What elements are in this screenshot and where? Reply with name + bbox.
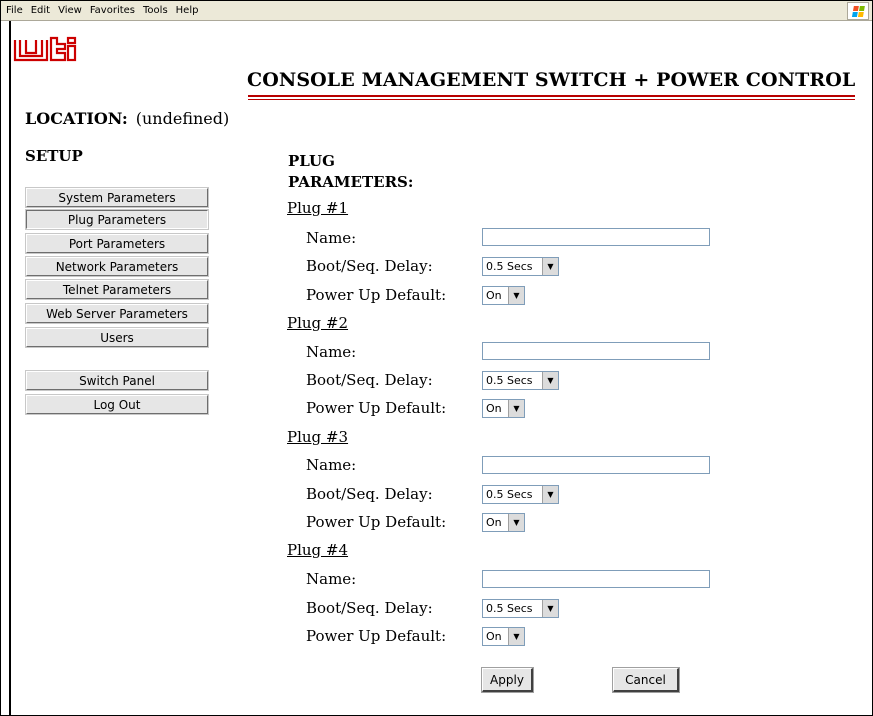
- chevron-down-icon[interactable]: ▼: [508, 628, 524, 645]
- plug-4-delay-select[interactable]: 0.5 Secs ▼: [482, 599, 559, 618]
- plug-1-power-label: Power Up Default:: [306, 286, 447, 304]
- plug-4-title: Plug #4: [287, 541, 349, 559]
- plug-1-delay-label: Boot/Seq. Delay:: [306, 257, 433, 275]
- plug-1-delay-select[interactable]: 0.5 Secs ▼: [482, 257, 559, 276]
- plug-4-name-input[interactable]: [482, 570, 710, 588]
- plug-4-delay-value: 0.5 Secs: [486, 602, 533, 615]
- plug-parameters-heading: PLUG PARAMETERS:: [288, 151, 413, 193]
- plug-1-power-select[interactable]: On ▼: [482, 286, 525, 305]
- menu-edit[interactable]: Edit: [27, 5, 54, 16]
- nav-network-parameters[interactable]: Network Parameters: [26, 257, 208, 276]
- plug-4-power-select[interactable]: On ▼: [482, 627, 525, 646]
- plug-4-power-label: Power Up Default:: [306, 627, 447, 645]
- plug-3-name-label: Name:: [306, 456, 357, 474]
- menu-tools[interactable]: Tools: [139, 5, 172, 16]
- nav-users[interactable]: Users: [26, 328, 208, 347]
- chevron-down-icon[interactable]: ▼: [508, 400, 524, 417]
- plug-4-power-value: On: [486, 630, 502, 643]
- plug-2-delay-label: Boot/Seq. Delay:: [306, 371, 433, 389]
- plug-3-title: Plug #3: [287, 428, 349, 446]
- menu-view[interactable]: View: [54, 5, 86, 16]
- plug-3-delay-label: Boot/Seq. Delay:: [306, 485, 433, 503]
- wti-logo: [13, 36, 77, 62]
- nav-port-parameters[interactable]: Port Parameters: [26, 234, 208, 253]
- menu-file[interactable]: File: [1, 5, 27, 16]
- chevron-down-icon[interactable]: ▼: [542, 600, 558, 617]
- cancel-button[interactable]: Cancel: [613, 668, 679, 692]
- plug-1-power-value: On: [486, 289, 502, 302]
- location-value: (undefined): [135, 109, 230, 128]
- windows-logo-icon: [847, 2, 869, 20]
- plug-2-name-input[interactable]: [482, 342, 710, 360]
- plug-2-power-label: Power Up Default:: [306, 399, 447, 417]
- plug-2-title: Plug #2: [287, 314, 349, 332]
- nav-telnet-parameters[interactable]: Telnet Parameters: [26, 280, 208, 299]
- plug-1-delay-value: 0.5 Secs: [486, 260, 533, 273]
- chevron-down-icon[interactable]: ▼: [508, 287, 524, 304]
- page-title: CONSOLE MANAGEMENT SWITCH + POWER CONTRO…: [247, 69, 856, 91]
- plug-3-delay-value: 0.5 Secs: [486, 488, 533, 501]
- plug-2-power-value: On: [486, 402, 502, 415]
- plug-2-power-select[interactable]: On ▼: [482, 399, 525, 418]
- title-rule-thick: [248, 95, 855, 97]
- browser-window: File Edit View Favorites Tools Help CONS…: [0, 0, 873, 716]
- setup-heading: SETUP: [25, 147, 83, 165]
- plug-1-name-label: Name:: [306, 229, 357, 247]
- plug-4-delay-label: Boot/Seq. Delay:: [306, 599, 433, 617]
- plug-3-delay-select[interactable]: 0.5 Secs ▼: [482, 485, 559, 504]
- plug-1-name-input[interactable]: [482, 228, 710, 246]
- nav-log-out[interactable]: Log Out: [26, 395, 208, 414]
- plug-2-name-label: Name:: [306, 343, 357, 361]
- heading-line-1: PLUG: [288, 152, 335, 170]
- heading-line-2: PARAMETERS:: [288, 173, 414, 191]
- plug-2-delay-value: 0.5 Secs: [486, 374, 533, 387]
- apply-button[interactable]: Apply: [482, 668, 533, 692]
- chevron-down-icon[interactable]: ▼: [542, 372, 558, 389]
- nav-web-server-parameters[interactable]: Web Server Parameters: [26, 304, 208, 323]
- menu-bar: File Edit View Favorites Tools Help: [1, 1, 872, 21]
- plug-4-name-label: Name:: [306, 570, 357, 588]
- plug-3-power-value: On: [486, 516, 502, 529]
- menu-favorites[interactable]: Favorites: [86, 5, 139, 16]
- location-line: LOCATION: (undefined): [25, 109, 229, 128]
- plug-3-power-label: Power Up Default:: [306, 513, 447, 531]
- plug-2-delay-select[interactable]: 0.5 Secs ▼: [482, 371, 559, 390]
- nav-system-parameters[interactable]: System Parameters: [26, 188, 208, 207]
- title-rule-thin: [248, 99, 855, 100]
- plug-3-power-select[interactable]: On ▼: [482, 513, 525, 532]
- chevron-down-icon[interactable]: ▼: [542, 258, 558, 275]
- plug-1-title: Plug #1: [287, 199, 349, 217]
- location-label: LOCATION:: [25, 109, 128, 128]
- chevron-down-icon[interactable]: ▼: [542, 486, 558, 503]
- chevron-down-icon[interactable]: ▼: [508, 514, 524, 531]
- plug-3-name-input[interactable]: [482, 456, 710, 474]
- nav-plug-parameters[interactable]: Plug Parameters: [26, 210, 208, 229]
- nav-switch-panel[interactable]: Switch Panel: [26, 371, 208, 390]
- menu-help[interactable]: Help: [172, 5, 203, 16]
